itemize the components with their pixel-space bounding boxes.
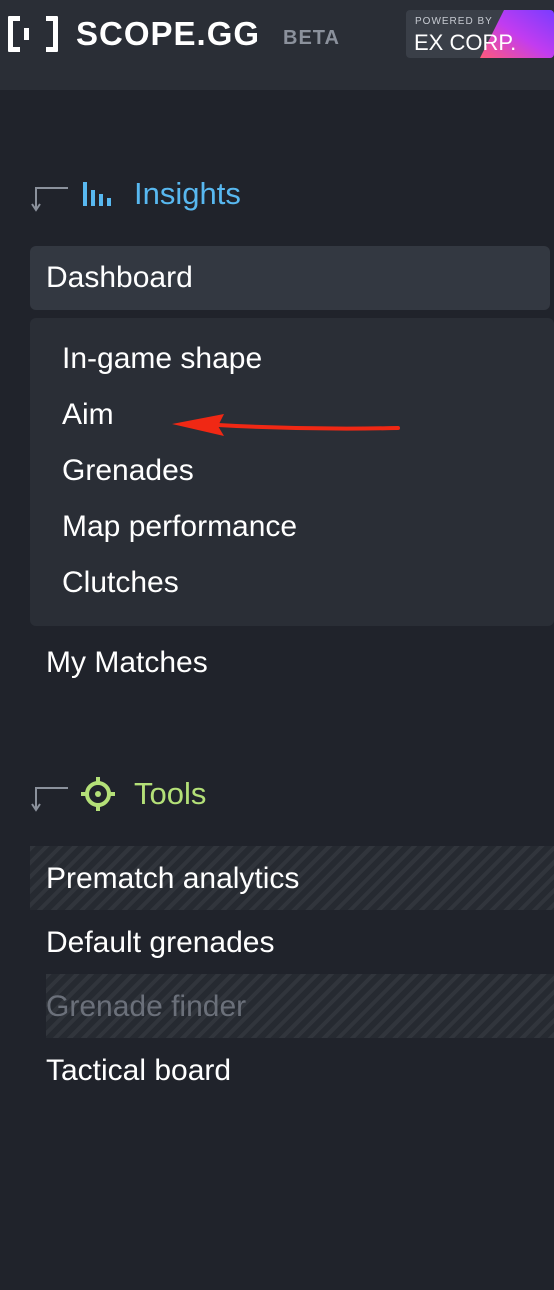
powered-by-badge[interactable]: POWERED BY EX CORP. — [406, 10, 554, 58]
nav-item-map-performance[interactable]: Map performance — [62, 507, 297, 547]
partner-name: EX CORP. — [414, 30, 517, 55]
logo-text[interactable]: SCOPE.GG — [76, 12, 260, 56]
bar-chart-icon — [83, 182, 111, 206]
beta-badge: BETA — [283, 27, 340, 49]
crosshair-icon — [81, 777, 115, 811]
insights-section-title: Insights — [134, 176, 241, 211]
logo-bracket-icon[interactable] — [8, 16, 58, 52]
corner-arrow-icon — [31, 187, 68, 212]
nav-item-aim[interactable]: Aim — [62, 395, 114, 435]
tools-section-header: Tools — [30, 776, 430, 816]
nav-item-clutches[interactable]: Clutches — [62, 563, 179, 603]
nav-item-prematch-analytics[interactable]: Prematch analytics — [46, 859, 299, 899]
nav-item-tactical-board[interactable]: Tactical board — [46, 1051, 231, 1091]
annotation-arrow-icon — [172, 414, 400, 436]
corner-arrow-icon — [31, 787, 68, 812]
nav-item-my-matches[interactable]: My Matches — [46, 643, 208, 683]
top-bar: SCOPE.GG BETA POWERED BY EX CORP. — [0, 0, 554, 90]
powered-by-label: POWERED BY — [415, 16, 493, 27]
app-page: SCOPE.GG BETA POWERED BY EX CORP. Insigh… — [0, 0, 554, 1290]
nav-item-in-game-shape[interactable]: In-game shape — [62, 339, 262, 379]
insights-section-header: Insights — [30, 176, 430, 216]
nav-item-grenade-finder: Grenade finder — [46, 990, 247, 1023]
nav-item-default-grenades[interactable]: Default grenades — [46, 923, 275, 963]
nav-item-dashboard[interactable]: Dashboard — [46, 258, 193, 298]
nav-item-grenades[interactable]: Grenades — [62, 451, 194, 491]
tools-section-title: Tools — [134, 776, 207, 811]
